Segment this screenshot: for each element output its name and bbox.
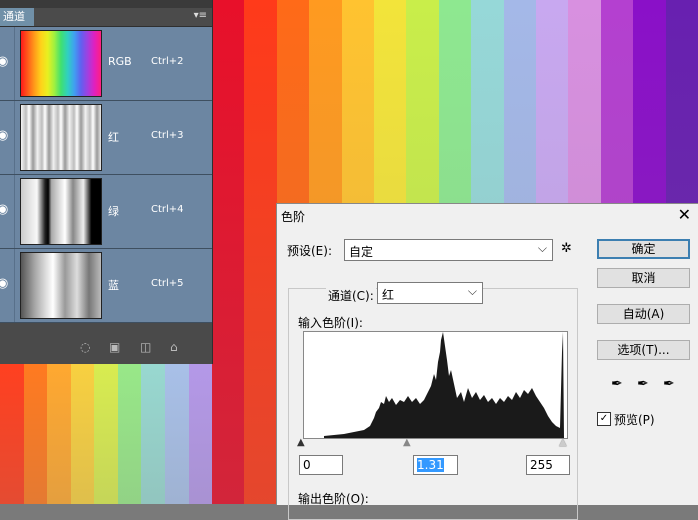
chevron-down-icon: ⌵ <box>467 284 477 298</box>
background-stripe-lower-9 <box>188 364 213 504</box>
channel-name: 绿 <box>108 205 119 218</box>
input-levels-label: 输入色阶(I): <box>298 316 363 330</box>
output-levels-label: 输出色阶(O): <box>298 492 369 506</box>
channel-row-blue[interactable]: ◉ 蓝 Ctrl+5 <box>0 249 212 323</box>
channel-shortcut: Ctrl+2 <box>151 56 184 67</box>
dialog-title: 色阶 <box>281 210 306 224</box>
channel-row-red[interactable]: ◉ 红 Ctrl+3 <box>0 101 212 175</box>
rgb-thumbnail <box>20 30 102 97</box>
cancel-button[interactable]: 取消 <box>597 268 690 288</box>
background-stripe-2 <box>244 0 277 504</box>
input-white-field[interactable]: 255 <box>526 455 570 475</box>
row-divider <box>14 175 15 248</box>
row-divider <box>14 27 15 100</box>
channel-row-rgb[interactable]: ◉ RGB Ctrl+2 <box>0 27 212 101</box>
background-stripe-1 <box>212 0 245 504</box>
blue-channel-thumbnail <box>20 252 102 319</box>
chevron-down-icon: ⌵ <box>537 241 547 255</box>
preview-label: 预览(P) <box>614 413 655 427</box>
save-selection-icon[interactable]: ▣ <box>109 341 120 353</box>
background-stripe-lower-7 <box>141 364 165 504</box>
channel-name: 红 <box>108 131 119 144</box>
visibility-eye-icon[interactable]: ◉ <box>0 55 11 69</box>
row-divider <box>14 249 15 322</box>
background-stripe-lower-6 <box>117 364 142 504</box>
channel-shortcut: Ctrl+5 <box>151 278 184 289</box>
options-button[interactable]: 选项(T)... <box>597 340 690 360</box>
canvas-background-lower <box>0 364 213 504</box>
background-stripe-lower-5 <box>94 364 118 504</box>
background-stripe-lower-4 <box>70 364 95 504</box>
input-black-field[interactable]: 0 <box>299 455 343 475</box>
gray-eyedropper-icon[interactable]: ✒ <box>637 376 649 392</box>
black-eyedropper-icon[interactable]: ✒ <box>611 376 623 392</box>
channel-label: 通道(C): <box>326 287 376 304</box>
auto-button[interactable]: 自动(A) <box>597 304 690 324</box>
collapse-icon[interactable]: » <box>188 0 194 1</box>
channel-row-green[interactable]: ◉ 绿 Ctrl+4 <box>0 175 212 249</box>
midtone-slider-icon[interactable]: ▲ <box>403 437 411 448</box>
ok-button[interactable]: 确定 <box>597 239 690 259</box>
preset-dropdown[interactable]: 自定 ⌵ <box>344 239 553 261</box>
tab-channels[interactable]: 通道 <box>0 8 34 26</box>
background-stripe-lower-8 <box>164 364 189 504</box>
channel-value: 红 <box>382 288 395 302</box>
histogram <box>303 331 568 439</box>
delete-channel-icon[interactable]: ⌂ <box>170 341 178 353</box>
channel-shortcut: Ctrl+3 <box>151 130 184 141</box>
panel-menu-icon[interactable]: ▾≡ <box>194 10 207 22</box>
white-eyedropper-icon[interactable]: ✒ <box>663 376 675 392</box>
gear-icon[interactable]: ✲ <box>561 241 572 256</box>
channel-shortcut: Ctrl+4 <box>151 204 184 215</box>
new-channel-icon[interactable]: ◫ <box>140 341 151 353</box>
panel-topbar: » <box>0 0 212 8</box>
histogram-plot <box>324 332 564 438</box>
background-stripe-lower-3 <box>47 364 71 504</box>
green-channel-thumbnail <box>20 178 102 245</box>
visibility-eye-icon[interactable]: ◉ <box>0 129 11 143</box>
preset-label: 预设(E): <box>287 244 332 258</box>
visibility-eye-icon[interactable]: ◉ <box>0 203 11 217</box>
gamma-value: 1.31 <box>417 458 444 472</box>
panel-tabbar: 通道 ▾≡ <box>0 8 212 27</box>
load-selection-icon[interactable]: ◌ <box>80 341 90 353</box>
visibility-eye-icon[interactable]: ◉ <box>0 277 11 291</box>
red-channel-thumbnail <box>20 104 102 171</box>
levels-dialog: 色阶 ✕ 预设(E): 自定 ⌵ ✲ 通道(C): 红 ⌵ 输入色阶(I): ▲… <box>276 203 698 520</box>
preset-value: 自定 <box>349 245 374 259</box>
channel-dropdown[interactable]: 红 ⌵ <box>377 282 483 304</box>
channel-name: 蓝 <box>108 279 119 292</box>
channel-name: RGB <box>108 55 132 68</box>
white-point-slider-icon[interactable]: ▲ <box>559 437 567 448</box>
black-point-slider-icon[interactable]: ▲ <box>297 437 305 448</box>
panel-footer: ◌ ▣ ◫ ⌂ <box>0 334 212 364</box>
preview-checkbox[interactable]: ✓ <box>597 412 611 426</box>
background-stripe-lower-2 <box>23 364 48 504</box>
close-icon[interactable]: ✕ <box>678 205 691 224</box>
row-divider <box>14 101 15 174</box>
background-stripe-lower-1 <box>0 364 24 504</box>
input-gamma-field[interactable]: 1.31 <box>413 455 458 475</box>
channels-panel: » 通道 ▾≡ ◉ RGB Ctrl+2 ◉ 红 Ctrl+3 ◉ 绿 Ctrl… <box>0 0 213 364</box>
